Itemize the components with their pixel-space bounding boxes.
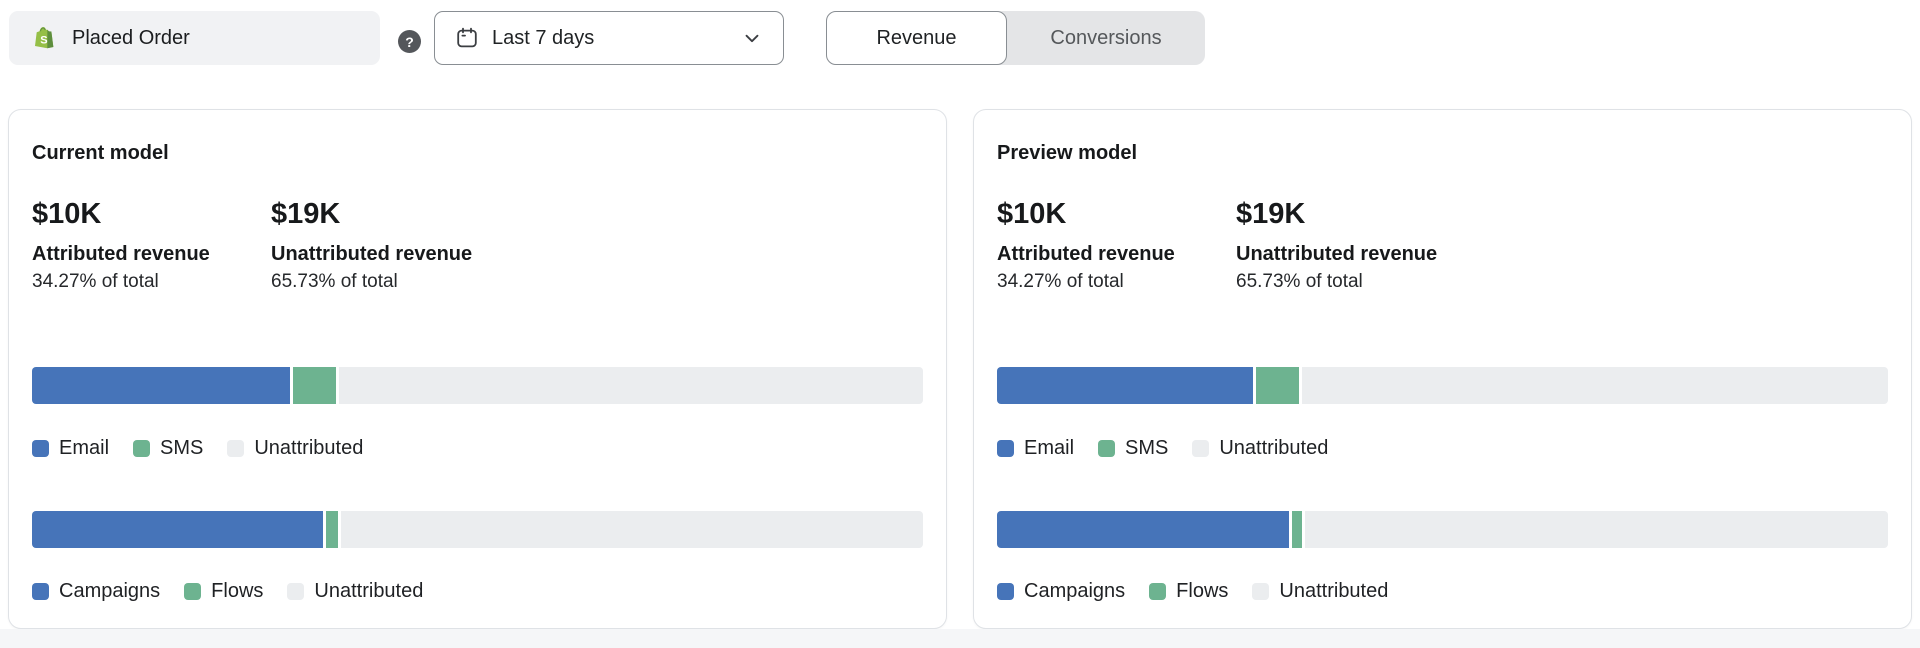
conversions-toggle-button[interactable]: Conversions [1007,11,1205,65]
legend-label: Flows [1176,580,1228,603]
legend-item-sms: SMS [133,437,203,460]
bar-segment-flows [326,511,338,548]
bar-segment-unattributed [1302,367,1888,404]
legend-swatch-flows [184,583,201,600]
stat-share: 34.27% of total [32,270,271,294]
current-model-card: Current model $10K Attributed revenue 34… [8,109,947,629]
legend-item-email: Email [32,437,109,460]
legend-label: Unattributed [1279,580,1388,603]
page-background-strip [0,629,1920,648]
message-type-legend: Campaigns Flows Unattributed [32,579,923,603]
stat-share: 65.73% of total [271,270,472,294]
toolbar: S Placed Order ? Last 7 days Revenue Con… [0,0,1920,65]
stat-value: $19K [1236,198,1437,230]
stat-label: Unattributed revenue [1236,242,1437,267]
legend-swatch-sms [133,440,150,457]
unattributed-revenue-stat: $19K Unattributed revenue 65.73% of tota… [271,198,472,294]
legend-item-flows: Flows [184,580,263,603]
help-icon[interactable]: ? [398,30,421,53]
legend-label: SMS [160,437,203,460]
legend-swatch-unattributed [1192,440,1209,457]
message-type-attribution-bar [32,511,923,548]
bar-segment-unattributed [1305,511,1888,548]
legend-swatch-unattributed [287,583,304,600]
legend-label: Unattributed [314,580,423,603]
legend-item-flows: Flows [1149,580,1228,603]
unattributed-revenue-stat: $19K Unattributed revenue 65.73% of tota… [1236,198,1437,294]
bar-segment-sms [293,367,336,404]
stat-label: Attributed revenue [997,242,1236,267]
card-title: Current model [32,141,923,165]
legend-item-campaigns: Campaigns [997,580,1125,603]
bar-segment-unattributed [341,511,923,548]
chevron-down-icon [741,27,763,49]
stat-label: Attributed revenue [32,242,271,267]
bar-segment-campaigns [32,511,323,548]
legend-item-sms: SMS [1098,437,1168,460]
legend-label: Flows [211,580,263,603]
legend-item-unattributed: Unattributed [1192,437,1328,460]
legend-swatch-unattributed [1252,583,1269,600]
bar-segment-email [32,367,290,404]
bar-segment-flows [1292,511,1302,548]
channel-legend: Email SMS Unattributed [997,436,1888,460]
model-comparison-cards: Current model $10K Attributed revenue 34… [0,109,1920,629]
legend-label: Unattributed [254,437,363,460]
bar-segment-campaigns [997,511,1289,548]
date-range-value: Last 7 days [492,27,594,50]
legend-swatch-unattributed [227,440,244,457]
message-type-legend: Campaigns Flows Unattributed [997,579,1888,603]
channel-attribution-bar [32,367,923,404]
stat-value: $10K [32,198,271,230]
legend-label: Campaigns [1024,580,1125,603]
legend-label: SMS [1125,437,1168,460]
stat-value: $19K [271,198,472,230]
stats-row: $10K Attributed revenue 34.27% of total … [997,198,1888,294]
shopify-bag-icon: S [33,26,55,50]
legend-item-email: Email [997,437,1074,460]
revenue-toggle-button[interactable]: Revenue [826,11,1007,65]
legend-label: Unattributed [1219,437,1328,460]
stat-share: 34.27% of total [997,270,1236,294]
metric-label: Placed Order [72,27,190,50]
svg-text:S: S [40,35,47,47]
message-type-attribution-bar [997,511,1888,548]
bar-segment-email [997,367,1253,404]
legend-label: Email [1024,437,1074,460]
view-toggle: Revenue Conversions [826,11,1205,65]
legend-item-unattributed: Unattributed [227,437,363,460]
stat-value: $10K [997,198,1236,230]
card-title: Preview model [997,141,1888,165]
stat-label: Unattributed revenue [271,242,472,267]
legend-swatch-flows [1149,583,1166,600]
legend-swatch-email [32,440,49,457]
legend-swatch-sms [1098,440,1115,457]
date-range-dropdown[interactable]: Last 7 days [434,11,784,65]
legend-item-unattributed: Unattributed [1252,580,1388,603]
legend-swatch-email [997,440,1014,457]
legend-item-unattributed: Unattributed [287,580,423,603]
legend-swatch-campaigns [997,583,1014,600]
attributed-revenue-stat: $10K Attributed revenue 34.27% of total [32,198,271,294]
bar-segment-sms [1256,367,1300,404]
calendar-icon [455,26,479,50]
legend-item-campaigns: Campaigns [32,580,160,603]
stats-row: $10K Attributed revenue 34.27% of total … [32,198,923,294]
bar-segment-unattributed [339,367,923,404]
attributed-revenue-stat: $10K Attributed revenue 34.27% of total [997,198,1236,294]
metric-selector-chip[interactable]: S Placed Order [9,11,380,65]
channel-legend: Email SMS Unattributed [32,436,923,460]
legend-label: Campaigns [59,580,160,603]
channel-attribution-bar [997,367,1888,404]
legend-swatch-campaigns [32,583,49,600]
preview-model-card: Preview model $10K Attributed revenue 34… [973,109,1912,629]
stat-share: 65.73% of total [1236,270,1437,294]
legend-label: Email [59,437,109,460]
